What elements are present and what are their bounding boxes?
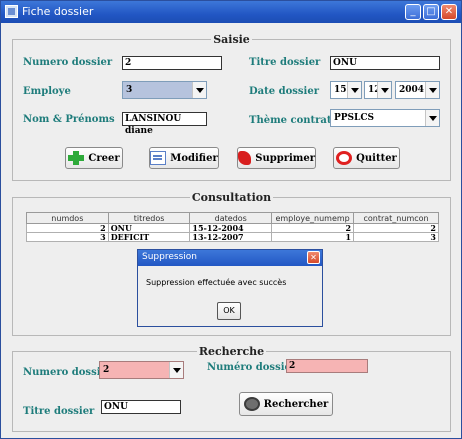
table-cell: 1 bbox=[271, 232, 355, 242]
recherche-numero-value: 2 bbox=[103, 365, 110, 375]
close-button[interactable]: ✕ bbox=[441, 4, 457, 20]
suppression-dialog: Suppression ✕ Suppression effectuée avec… bbox=[137, 249, 323, 327]
date-dossier-label: Date dossier bbox=[249, 86, 319, 97]
date-day-select[interactable]: 15 bbox=[330, 81, 362, 99]
chevron-down-icon[interactable] bbox=[377, 82, 391, 98]
search-icon bbox=[243, 397, 260, 411]
app-icon bbox=[5, 5, 18, 18]
recherche-numero2-field[interactable]: 2 bbox=[286, 359, 368, 373]
col-header[interactable]: employe_numemp bbox=[271, 212, 355, 224]
main-window: Fiche dossier _ □ ✕ Saisie Numero dossie… bbox=[0, 0, 462, 439]
dialog-close-button[interactable]: ✕ bbox=[307, 251, 320, 264]
employe-select[interactable]: 3 bbox=[122, 81, 207, 99]
quitter-label: Quitter bbox=[356, 152, 397, 164]
dossiers-table[interactable]: numdos titredos datedos employe_numemp c… bbox=[26, 212, 439, 242]
quitter-button[interactable]: Quitter bbox=[333, 147, 400, 169]
supprimer-button[interactable]: Supprimer bbox=[237, 147, 316, 169]
date-year-select[interactable]: 2004 bbox=[395, 81, 440, 99]
table-cell: 3 bbox=[353, 232, 439, 242]
table-row[interactable]: 3 DEFICIT 13-12-2007 1 3 bbox=[26, 232, 439, 242]
window-title: Fiche dossier bbox=[22, 5, 94, 18]
edit-document-icon bbox=[150, 151, 167, 165]
delete-icon bbox=[238, 151, 252, 165]
col-header[interactable]: titredos bbox=[107, 212, 191, 224]
modifier-button[interactable]: Modifier bbox=[149, 147, 219, 169]
creer-label: Creer bbox=[88, 152, 120, 164]
saisie-legend: Saisie bbox=[213, 33, 250, 46]
rechercher-label: Rechercher bbox=[263, 398, 329, 410]
table-cell: 3 bbox=[26, 232, 109, 242]
table-header-row: numdos titredos datedos employe_numemp c… bbox=[26, 212, 439, 224]
chevron-down-icon[interactable] bbox=[169, 362, 183, 378]
plus-icon bbox=[68, 151, 85, 165]
maximize-button[interactable]: □ bbox=[423, 4, 439, 20]
dialog-title-bar[interactable]: Suppression ✕ bbox=[138, 250, 322, 266]
col-header[interactable]: numdos bbox=[26, 212, 109, 224]
recherche-numero2-label: Numéro dossier bbox=[207, 362, 297, 373]
consultation-legend: Consultation bbox=[191, 191, 272, 204]
chevron-down-icon[interactable] bbox=[192, 82, 206, 98]
chevron-down-icon[interactable] bbox=[425, 110, 439, 126]
numero-dossier-label: Numero dossier bbox=[23, 57, 113, 68]
date-month-select[interactable]: 12 bbox=[364, 81, 392, 99]
titre-dossier-label: Titre dossier bbox=[249, 57, 321, 68]
theme-contrat-value: PPSLCS bbox=[334, 113, 375, 123]
date-year-value: 2004 bbox=[399, 85, 425, 95]
employe-label: Employe bbox=[23, 86, 71, 97]
table-cell: 2 bbox=[26, 223, 109, 233]
theme-contrat-label: Thème contrat bbox=[249, 115, 332, 126]
theme-contrat-select[interactable]: PPSLCS bbox=[330, 109, 440, 127]
employe-value: 3 bbox=[126, 85, 133, 95]
recherche-numero-select[interactable]: 2 bbox=[99, 361, 184, 379]
power-icon bbox=[336, 151, 353, 165]
creer-button[interactable]: Creer bbox=[65, 147, 123, 169]
modifier-label: Modifier bbox=[170, 152, 218, 164]
dialog-title: Suppression bbox=[142, 252, 197, 262]
date-day-value: 15 bbox=[334, 85, 347, 95]
titre-dossier-field[interactable]: ONU bbox=[330, 56, 440, 70]
dialog-ok-button[interactable]: OK bbox=[217, 302, 241, 320]
dialog-message: Suppression effectuée avec succès bbox=[146, 278, 287, 287]
table-cell: 13-12-2007 bbox=[189, 232, 273, 242]
table-cell: 2 bbox=[353, 223, 439, 233]
recherche-titre-label: Titre dossier bbox=[23, 406, 95, 417]
numero-dossier-field[interactable]: 2 bbox=[122, 56, 222, 70]
minimize-button[interactable]: _ bbox=[405, 4, 421, 20]
recherche-panel: Recherche bbox=[12, 345, 451, 432]
table-cell: DEFICIT bbox=[107, 232, 191, 242]
title-bar[interactable]: Fiche dossier _ □ ✕ bbox=[1, 1, 461, 23]
nom-prenoms-field[interactable]: LANSINOU diane bbox=[122, 112, 207, 136]
recherche-titre-field[interactable]: ONU bbox=[101, 400, 181, 414]
recherche-legend: Recherche bbox=[198, 345, 265, 358]
col-header[interactable]: datedos bbox=[189, 212, 273, 224]
rechercher-button[interactable]: Rechercher bbox=[239, 392, 333, 416]
chevron-down-icon[interactable] bbox=[425, 82, 439, 98]
col-header[interactable]: contrat_numcon bbox=[353, 212, 439, 224]
chevron-down-icon[interactable] bbox=[347, 82, 361, 98]
nom-prenoms-label: Nom & Prénoms bbox=[23, 114, 115, 125]
table-cell: 2 bbox=[271, 223, 355, 233]
supprimer-label: Supprimer bbox=[255, 152, 315, 164]
